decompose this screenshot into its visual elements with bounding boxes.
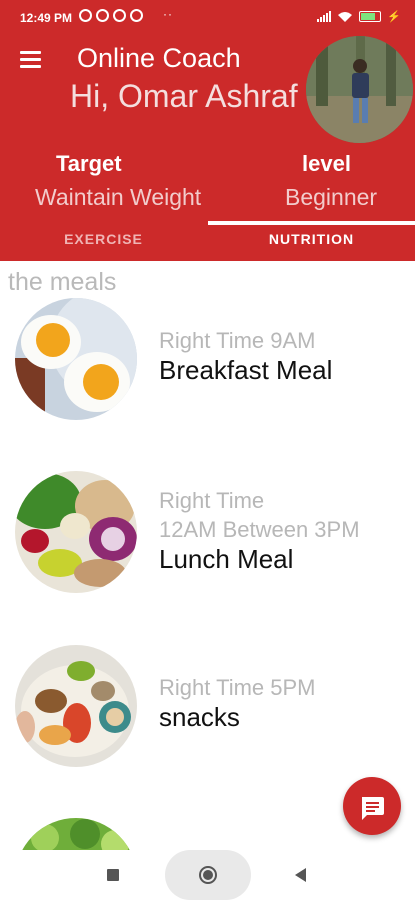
whatsapp-icon	[96, 9, 109, 22]
meal-name: snacks	[159, 702, 240, 732]
meal-image-breakfast	[15, 298, 137, 420]
system-nav-bar	[0, 850, 415, 900]
tab-nutrition[interactable]: NUTRITION	[208, 226, 415, 261]
user-greeting: Hi, Omar Ashraf	[70, 78, 298, 114]
meal-item-snacks[interactable]: Right Time 5PM snacks	[0, 645, 415, 770]
alarm-icon	[79, 9, 92, 22]
recents-button[interactable]	[107, 869, 119, 881]
wifi-icon	[338, 11, 353, 22]
meal-time: Right Time 9AM	[159, 328, 316, 353]
tab-bar: EXERCISE NUTRITION	[0, 226, 415, 261]
section-title: the meals	[8, 268, 117, 296]
meal-time-range: 12AM Between 3PM	[159, 517, 360, 542]
meal-name: Breakfast Meal	[159, 355, 333, 385]
signal-icon	[317, 11, 332, 22]
target-label: Target	[56, 151, 122, 176]
charging-icon: ⚡	[387, 11, 401, 23]
meal-image-lunch	[15, 471, 137, 593]
active-tab-indicator	[208, 221, 415, 225]
meal-item-breakfast[interactable]: Right Time 9AM Breakfast Meal	[0, 298, 415, 423]
meal-time: Right Time	[159, 488, 265, 513]
level-label: level	[302, 151, 351, 176]
menu-icon[interactable]	[20, 51, 41, 69]
profile-header: Online Coach Hi, Omar Ashraf Target Wain…	[0, 36, 415, 261]
target-value: Waintain Weight	[35, 184, 202, 210]
notification-icon	[130, 9, 143, 22]
home-button[interactable]	[165, 850, 251, 900]
avatar[interactable]	[306, 36, 413, 143]
meal-item-lunch[interactable]: Right Time 12AM Between 3PM Lunch Meal	[0, 471, 415, 596]
meal-image-snacks	[15, 645, 137, 767]
meal-name: Lunch Meal	[159, 544, 294, 574]
battery-icon	[359, 11, 382, 22]
chat-button[interactable]	[343, 777, 401, 835]
status-bar: 12:49 PM ·· ⚡	[0, 0, 415, 36]
status-more-dots: ··	[163, 7, 173, 21]
level-value: Beginner	[285, 184, 378, 210]
tab-exercise[interactable]: EXERCISE	[0, 226, 207, 261]
back-button[interactable]	[295, 868, 306, 882]
app-icon	[113, 9, 126, 22]
meal-image-salad	[15, 818, 137, 850]
status-time: 12:49 PM	[20, 11, 73, 25]
chat-icon	[362, 797, 384, 820]
app-title: Online Coach	[77, 43, 241, 73]
status-icons	[79, 9, 143, 22]
meal-time: Right Time 5PM	[159, 675, 316, 700]
